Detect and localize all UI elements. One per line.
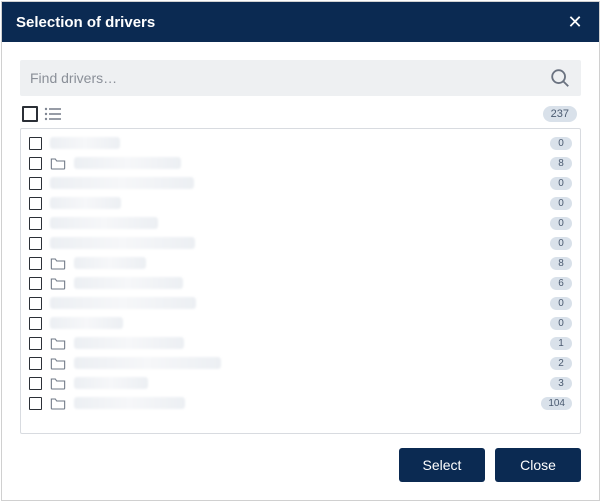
list-item[interactable]: 0: [27, 293, 574, 313]
row-checkbox[interactable]: [29, 137, 42, 150]
folder-icon: [50, 356, 66, 370]
titlebar: Selection of drivers ✕: [2, 2, 599, 42]
row-label: [50, 197, 121, 209]
row-count-badge: 6: [550, 277, 572, 290]
row-count-badge: 0: [550, 317, 572, 330]
row-label: [50, 217, 158, 229]
row-label: [74, 377, 148, 389]
row-count-badge: 104: [541, 397, 572, 410]
row-count-badge: 2: [550, 357, 572, 370]
row-label: [50, 137, 120, 149]
row-count-badge: 0: [550, 237, 572, 250]
row-label: [74, 257, 146, 269]
select-all-checkbox[interactable]: [22, 106, 38, 122]
list-item[interactable]: 8: [27, 153, 574, 173]
row-checkbox[interactable]: [29, 157, 42, 170]
row-count-badge: 3: [550, 377, 572, 390]
list-item[interactable]: 0: [27, 173, 574, 193]
row-count-badge: 8: [550, 157, 572, 170]
row-label: [50, 297, 196, 309]
list-view-icon[interactable]: [44, 107, 62, 121]
row-checkbox[interactable]: [29, 237, 42, 250]
list-item[interactable]: 0: [27, 213, 574, 233]
folder-icon: [50, 376, 66, 390]
row-count-badge: 0: [550, 177, 572, 190]
list-item[interactable]: 0: [27, 133, 574, 153]
row-checkbox[interactable]: [29, 317, 42, 330]
row-label: [74, 277, 183, 289]
driver-list-scroll[interactable]: 0 8 0 0 0 0 8 6 0 0 1 2 3 104: [21, 129, 580, 433]
row-count-badge: 0: [550, 217, 572, 230]
dialog-footer: Select Close: [2, 434, 599, 500]
row-checkbox[interactable]: [29, 357, 42, 370]
toolbar-left: [22, 106, 62, 122]
row-count-badge: 0: [550, 137, 572, 150]
driver-selection-dialog: Selection of drivers ✕: [1, 1, 600, 501]
folder-icon: [50, 396, 66, 410]
row-checkbox[interactable]: [29, 277, 42, 290]
close-button[interactable]: Close: [495, 448, 581, 482]
dialog-title: Selection of drivers: [16, 14, 155, 31]
list-item[interactable]: 0: [27, 313, 574, 333]
row-checkbox[interactable]: [29, 257, 42, 270]
close-icon[interactable]: ✕: [565, 12, 585, 32]
row-checkbox[interactable]: [29, 177, 42, 190]
driver-list-container: 0 8 0 0 0 0 8 6 0 0 1 2 3 104: [20, 128, 581, 434]
list-item[interactable]: 2: [27, 353, 574, 373]
row-label: [74, 397, 185, 409]
list-item[interactable]: 6: [27, 273, 574, 293]
row-checkbox[interactable]: [29, 217, 42, 230]
folder-icon: [50, 256, 66, 270]
row-label: [74, 357, 221, 369]
total-count-badge: 237: [543, 106, 577, 122]
row-count-badge: 1: [550, 337, 572, 350]
row-count-badge: 0: [550, 197, 572, 210]
row-count-badge: 0: [550, 297, 572, 310]
row-label: [50, 237, 195, 249]
row-label: [50, 177, 194, 189]
row-checkbox[interactable]: [29, 197, 42, 210]
list-item[interactable]: 0: [27, 193, 574, 213]
select-button[interactable]: Select: [399, 448, 485, 482]
toolbar-row: 237: [20, 104, 581, 128]
search-field-wrap: [20, 60, 581, 96]
folder-icon: [50, 156, 66, 170]
list-item[interactable]: 104: [27, 393, 574, 413]
row-label: [50, 317, 123, 329]
row-count-badge: 8: [550, 257, 572, 270]
list-item[interactable]: 1: [27, 333, 574, 353]
dialog-body: 237 0 8 0 0 0 0 8 6 0 0 1 2 3 104: [2, 42, 599, 434]
list-item[interactable]: 3: [27, 373, 574, 393]
row-checkbox[interactable]: [29, 397, 42, 410]
search-input[interactable]: [30, 70, 549, 86]
list-item[interactable]: 8: [27, 253, 574, 273]
list-item[interactable]: 0: [27, 233, 574, 253]
row-checkbox[interactable]: [29, 337, 42, 350]
search-icon: [549, 67, 571, 89]
folder-icon: [50, 276, 66, 290]
row-label: [74, 157, 181, 169]
row-checkbox[interactable]: [29, 377, 42, 390]
row-label: [74, 337, 184, 349]
row-checkbox[interactable]: [29, 297, 42, 310]
folder-icon: [50, 336, 66, 350]
